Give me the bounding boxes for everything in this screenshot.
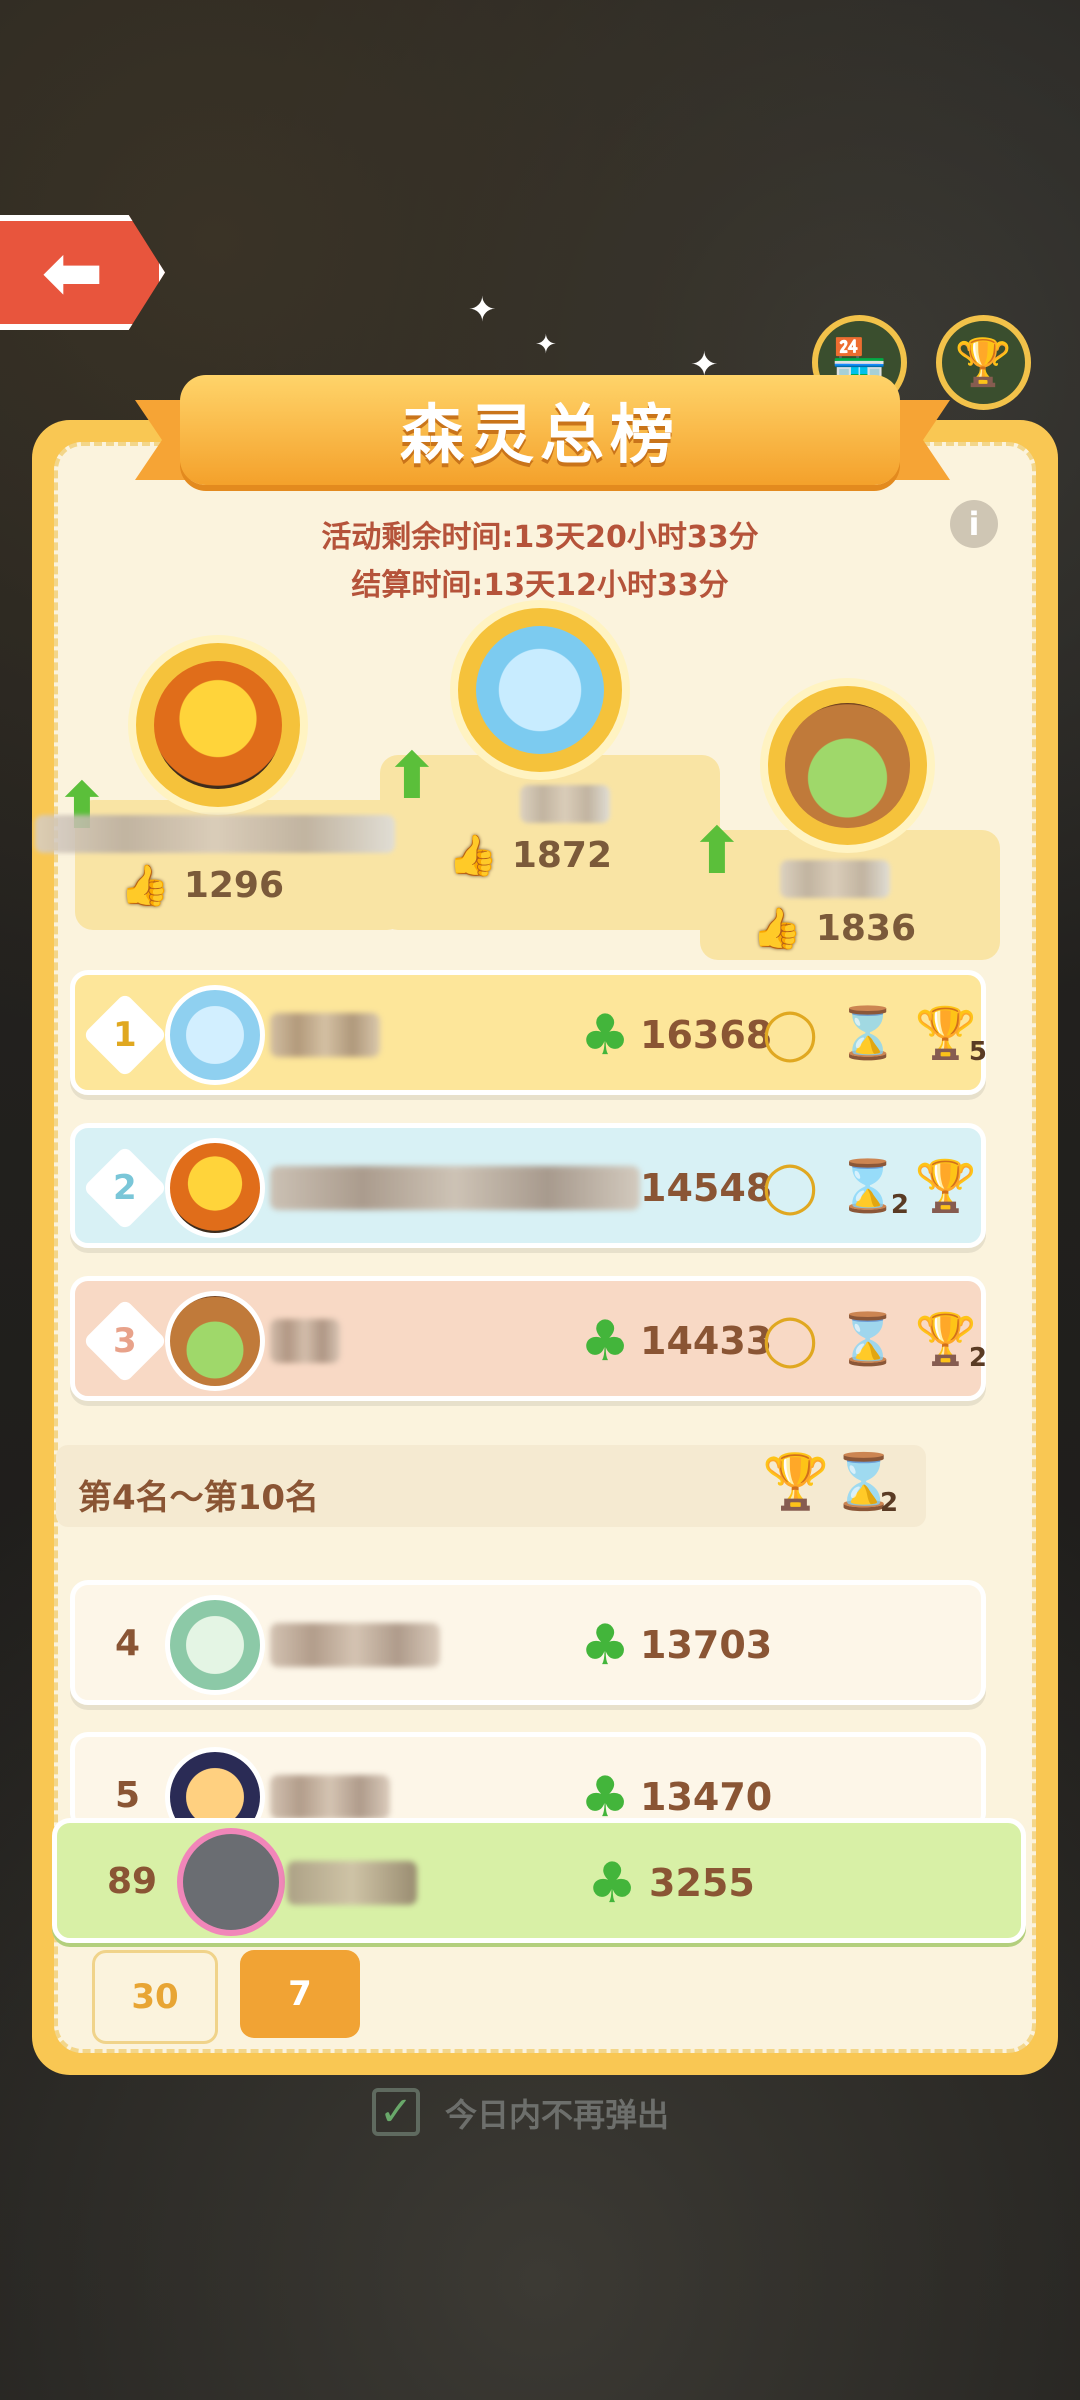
avatar[interactable] [165, 1595, 265, 1695]
avatar-frame-icon[interactable]: ◯ [755, 993, 825, 1073]
rank-number: 5 [115, 1775, 141, 1816]
reward-list: ◯ ⌛ 🏆 2 [755, 1299, 987, 1379]
avatar[interactable] [165, 1138, 265, 1238]
section-title: 第4名～第10名 [78, 1478, 319, 1518]
podium-3-name [780, 860, 890, 898]
clover-icon: ♣ [587, 1851, 638, 1916]
self-rank-row[interactable]: 89 ♣ 3255 [52, 1818, 1026, 1943]
podium-1-likes[interactable]: 👍 1872 [448, 832, 612, 879]
hourglass-icon[interactable]: ⌛ [833, 1299, 903, 1379]
score: 13703 [640, 1623, 773, 1667]
settlement-time: 结算时间:13天12小时33分 [351, 568, 729, 603]
thumbs-up-icon: 👍 [752, 906, 802, 952]
rank-badge: 1 [82, 992, 168, 1078]
self-avatar[interactable] [177, 1828, 285, 1936]
rank-row-1[interactable]: 1 ♣ 16368 ◯ ⌛ 🏆 5 [70, 970, 987, 1095]
sparkle-icon: ✦ [535, 330, 557, 360]
tab-7-days[interactable]: 7 [240, 1950, 360, 2038]
rank-row-2[interactable]: 2 14548 ◯ ⌛ 2 🏆 [70, 1123, 986, 1248]
reward-list: ◯ ⌛ 2 🏆 [755, 1146, 981, 1226]
player-name [270, 1013, 380, 1057]
avatar[interactable] [165, 985, 265, 1085]
avatar[interactable] [165, 1291, 265, 1391]
podium-2-likes[interactable]: 👍 1296 [120, 862, 284, 909]
score: 14548 [640, 1166, 773, 1210]
thumbs-up-icon: 👍 [120, 863, 170, 909]
podium-1-name [520, 785, 610, 823]
player-name [270, 1319, 340, 1363]
title-banner: 森灵总榜 [180, 375, 900, 485]
avatar-frame-icon[interactable]: ◯ [755, 1146, 825, 1226]
trophy-icon[interactable]: 🏆 [936, 315, 1031, 410]
rank-badge: 3 [82, 1298, 168, 1384]
podium-3-avatar[interactable] [760, 678, 935, 853]
self-score: 3255 [649, 1861, 755, 1905]
score: 16368 [640, 1013, 773, 1057]
reward-list: ◯ ⌛ 🏆 5 [755, 993, 987, 1073]
goblet-icon[interactable]: 🏆 [911, 1146, 981, 1226]
self-rank-number: 89 [107, 1861, 158, 1902]
self-name [287, 1861, 417, 1905]
rank-row-3[interactable]: 3 ♣ 14433 ◯ ⌛ 🏆 2 [70, 1276, 987, 1401]
sparkle-icon: ✦ [468, 290, 497, 330]
podium-3-likes[interactable]: 👍 1836 [752, 905, 916, 952]
tab-30-days[interactable]: 30 [92, 1950, 218, 2044]
podium-1-avatar[interactable] [450, 600, 630, 780]
player-name [270, 1623, 440, 1667]
rank-row-4[interactable]: 4 ♣ 13703 [70, 1580, 986, 1705]
dont-show-today-checkbox[interactable]: ✓ [372, 2088, 420, 2136]
clover-icon: ♣ [580, 1613, 631, 1678]
dont-show-today-label[interactable]: 今日内不再弹出 [445, 2090, 669, 2136]
score: 13470 [640, 1775, 773, 1819]
goblet-icon[interactable]: 🏆 5 [911, 993, 987, 1073]
rank-up-arrow-icon: ⬆ [690, 815, 744, 889]
clover-icon: ♣ [580, 1003, 631, 1068]
rank-row-5[interactable]: 5 ♣ 13470 [70, 1732, 986, 1847]
page-title: 森灵总榜 [400, 399, 680, 473]
podium-2-name [35, 815, 395, 853]
thumbs-up-icon: 👍 [448, 833, 498, 879]
rank-up-arrow-icon: ⬆ [385, 740, 439, 814]
section-reward-count: 2 [880, 1488, 899, 1518]
back-arrow-icon: ⬅ [41, 229, 104, 316]
avatar-frame-icon[interactable]: ◯ [755, 1299, 825, 1379]
podium-2-avatar[interactable] [128, 635, 308, 815]
goblet-icon[interactable]: 🏆 2 [911, 1299, 987, 1379]
player-name [270, 1775, 390, 1819]
clover-icon: ♣ [580, 1309, 631, 1374]
hourglass-icon[interactable]: ⌛ 2 [833, 1146, 909, 1226]
rank-badge: 2 [82, 1145, 168, 1231]
hourglass-icon[interactable]: ⌛ [833, 993, 903, 1073]
goblet-icon[interactable]: 🏆 [762, 1450, 829, 1514]
player-name [270, 1166, 640, 1210]
rank-number: 4 [115, 1623, 141, 1664]
score: 14433 [640, 1319, 773, 1363]
remaining-time: 活动剩余时间:13天20小时33分 [321, 520, 759, 555]
